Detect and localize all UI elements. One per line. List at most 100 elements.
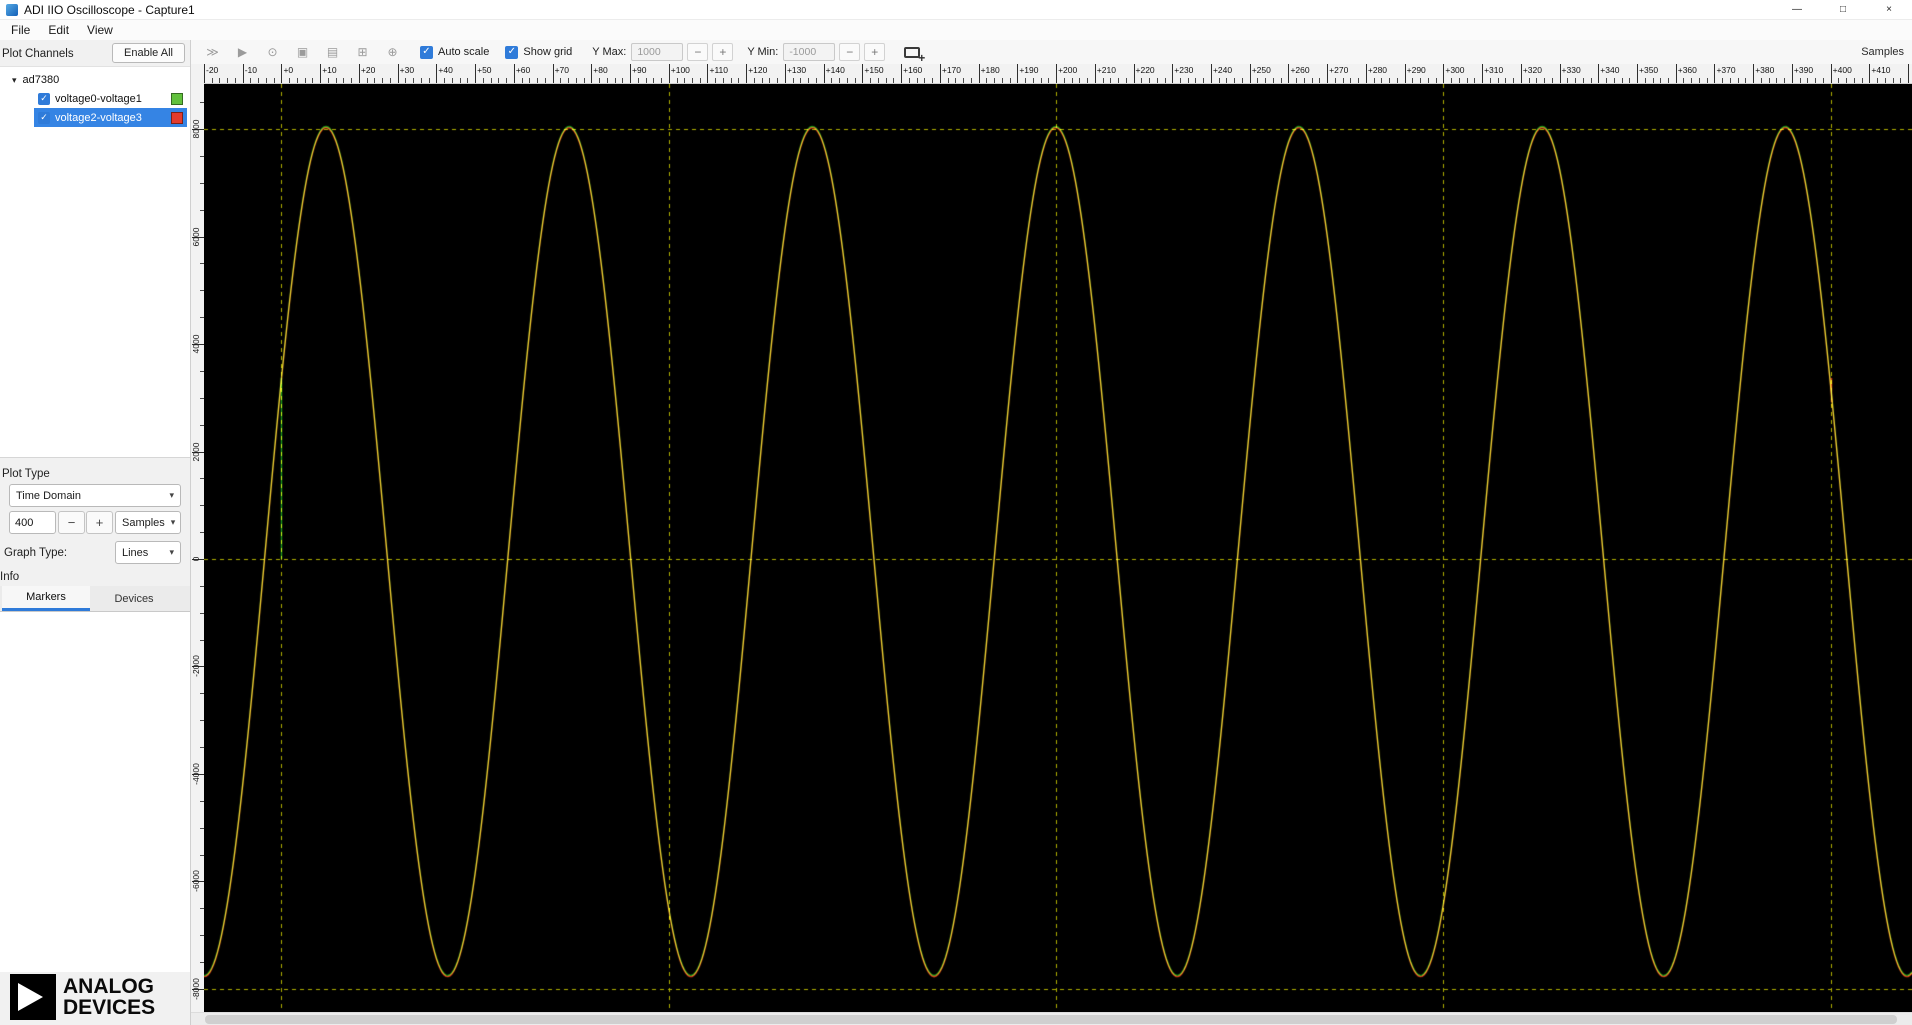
x-tick xyxy=(939,64,941,83)
show-grid-label: Show grid xyxy=(523,46,573,58)
x-tick xyxy=(482,78,484,83)
x-tick xyxy=(296,78,298,83)
save-plot-icon[interactable]: ▣ xyxy=(291,43,314,61)
capture-start-icon[interactable]: ≫ xyxy=(201,43,224,61)
x-tick xyxy=(622,78,624,83)
scrollbar-thumb[interactable] xyxy=(205,1015,1897,1024)
y-max-decrement-button[interactable]: − xyxy=(687,43,709,61)
x-tick xyxy=(1226,78,1228,83)
x-tick-label: +390 xyxy=(1793,65,1814,75)
x-tick xyxy=(335,78,337,83)
x-tick xyxy=(800,78,802,83)
x-tick xyxy=(1822,78,1824,83)
x-tick-label: -10 xyxy=(244,65,258,75)
close-button[interactable]: × xyxy=(1866,0,1912,19)
x-tick-label: +170 xyxy=(941,65,962,75)
x-tick-label: +100 xyxy=(670,65,690,75)
play-icon[interactable]: ▶ xyxy=(231,43,254,61)
channel-color-swatch[interactable] xyxy=(171,111,183,124)
channel-color-swatch[interactable] xyxy=(171,92,183,105)
y-min-increment-button[interactable]: + xyxy=(864,43,886,61)
x-tick xyxy=(1381,78,1383,83)
x-tick-label: +280 xyxy=(1367,65,1388,75)
sample-count-decrement-button[interactable]: − xyxy=(58,511,85,534)
show-grid-checkbox[interactable]: ✓ Show grid xyxy=(505,45,573,59)
x-tick xyxy=(552,64,554,83)
x-tick-label: +230 xyxy=(1174,65,1194,75)
pan-icon[interactable]: ⊕ xyxy=(381,43,404,61)
grid-layout-icon[interactable]: ⊞ xyxy=(351,43,374,61)
x-tick xyxy=(970,78,972,83)
auto-scale-checkbox[interactable]: ✓ Auto scale xyxy=(420,45,489,59)
x-tick xyxy=(568,78,570,83)
x-tick xyxy=(351,78,353,83)
minimize-button[interactable]: — xyxy=(1774,0,1820,19)
x-tick xyxy=(792,78,794,83)
channel-row-voltage2-voltage3[interactable]: ✓ voltage2-voltage3 xyxy=(34,108,187,127)
x-tick-label: +50 xyxy=(477,65,492,75)
channel-row-voltage0-voltage1[interactable]: ✓ voltage0-voltage1 xyxy=(34,89,187,108)
x-tick xyxy=(444,78,446,83)
export-icon[interactable]: ▤ xyxy=(321,43,344,61)
x-tick xyxy=(1753,64,1755,83)
brand-wordmark: ANALOG DEVICES xyxy=(63,976,155,1018)
graph-type-select[interactable]: Lines ▾ xyxy=(115,541,181,564)
x-tick xyxy=(1838,78,1840,83)
oscilloscope-plot[interactable] xyxy=(204,84,1912,1012)
tab-markers[interactable]: Markers xyxy=(2,586,90,611)
new-plot-button[interactable] xyxy=(899,42,925,65)
x-tick xyxy=(1660,78,1662,83)
plot-type-select[interactable]: Time Domain ▾ xyxy=(9,484,181,507)
x-tick xyxy=(645,78,647,83)
y-max-increment-button[interactable]: + xyxy=(712,43,734,61)
channel-label: voltage2-voltage3 xyxy=(55,111,142,124)
channel-checkbox[interactable]: ✓ xyxy=(38,92,50,105)
x-tick xyxy=(630,64,632,83)
tab-devices[interactable]: Devices xyxy=(90,586,178,611)
x-tick-label: +10 xyxy=(322,65,337,75)
x-tick xyxy=(1087,78,1089,83)
new-plot-icon xyxy=(904,46,925,65)
x-tick xyxy=(490,78,492,83)
x-tick xyxy=(250,78,252,83)
x-tick-label: +360 xyxy=(1677,65,1697,75)
menu-view[interactable]: View xyxy=(78,23,122,37)
y-min-decrement-button[interactable]: − xyxy=(839,43,861,61)
x-tick xyxy=(273,78,275,83)
x-tick xyxy=(1745,78,1747,83)
menu-edit[interactable]: Edit xyxy=(39,23,78,37)
x-tick xyxy=(366,78,368,83)
x-tick xyxy=(1737,78,1739,83)
x-tick xyxy=(1799,78,1801,83)
horizontal-scrollbar[interactable] xyxy=(191,1012,1912,1025)
device-name: ad7380 xyxy=(22,74,60,86)
enable-all-button[interactable]: Enable All xyxy=(112,43,185,63)
menu-file[interactable]: File xyxy=(2,23,39,37)
x-tick xyxy=(1079,78,1081,83)
x-tick xyxy=(1590,78,1592,83)
y-max-input[interactable] xyxy=(631,43,684,61)
sample-unit-select[interactable]: Samples ▾ xyxy=(115,511,181,534)
x-tick xyxy=(1094,64,1096,83)
x-tick xyxy=(1071,78,1073,83)
x-tick xyxy=(1884,78,1886,83)
tree-expander-icon[interactable]: ▾ xyxy=(12,75,17,86)
x-tick xyxy=(1613,78,1615,83)
x-tick xyxy=(1853,78,1855,83)
x-tick xyxy=(537,78,539,83)
device-tree-row[interactable]: ▾ ad7380 xyxy=(0,71,190,89)
sample-count-input[interactable] xyxy=(9,511,56,534)
x-tick xyxy=(854,78,856,83)
x-tick xyxy=(1125,78,1127,83)
sample-count-increment-button[interactable]: + xyxy=(86,511,113,534)
channel-rows: ✓ voltage0-voltage1 ✓ voltage2-voltage3 xyxy=(0,89,190,127)
maximize-button[interactable]: □ xyxy=(1820,0,1866,19)
x-tick xyxy=(1768,78,1770,83)
snapshot-icon[interactable]: ⊙ xyxy=(261,43,284,61)
x-tick xyxy=(1172,64,1174,83)
y-min-input[interactable] xyxy=(783,43,836,61)
x-tick xyxy=(204,64,205,83)
channel-checkbox[interactable]: ✓ xyxy=(38,111,50,124)
x-tick xyxy=(498,78,500,83)
x-tick xyxy=(1513,78,1515,83)
